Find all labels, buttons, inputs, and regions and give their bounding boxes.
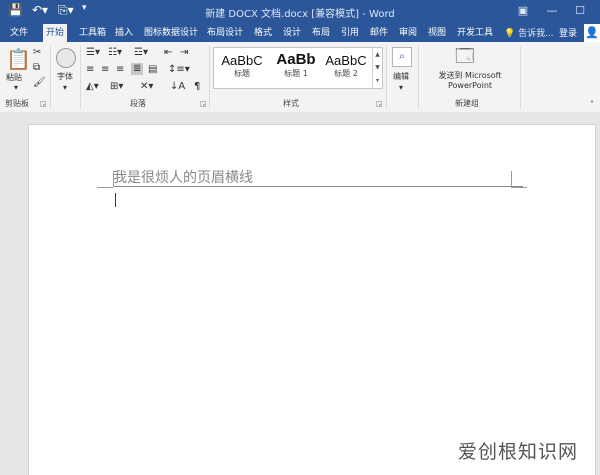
ribbon-display-options-icon[interactable]: ▣ — [511, 2, 535, 20]
minimize-icon[interactable]: — — [540, 2, 564, 20]
tab-chart-design[interactable]: 图标数据设计 — [141, 26, 201, 40]
sort-icon[interactable]: ↓A — [170, 81, 185, 93]
document-workspace: 我是很烦人的页眉横线 爱创根知识网 — [0, 112, 600, 475]
clipboard-launcher-icon[interactable]: ◲ — [40, 100, 47, 108]
align-left-icon[interactable]: ≡ — [86, 64, 94, 76]
style-heading-1[interactable]: AaBb 标题 1 — [270, 50, 322, 86]
paragraph-launcher-icon[interactable]: ◲ — [200, 100, 207, 108]
tab-format[interactable]: 格式 — [251, 26, 275, 40]
tab-developer[interactable]: 开发工具 — [454, 26, 496, 40]
format-painter-icon[interactable]: 🖌 — [33, 77, 46, 89]
title-bar: 💾 ↶▾ ⎘▾ ▾ 新建 DOCX 文档.docx [兼容模式] - Word … — [0, 0, 600, 24]
bullets-icon[interactable]: ☰▾ — [86, 47, 100, 59]
group-divider — [520, 46, 521, 108]
tab-home[interactable]: 开始 — [43, 24, 68, 42]
style-name: 标题 — [234, 69, 250, 78]
editing-dropdown-icon[interactable]: ▾ — [399, 83, 403, 92]
group-divider — [50, 46, 51, 108]
increase-indent-icon[interactable]: ⇥ — [180, 47, 188, 59]
paste-dropdown-icon[interactable]: ▾ — [14, 83, 18, 92]
editing-button-label[interactable]: 编辑 — [393, 71, 409, 82]
styles-gallery: AaBbC 标题 AaBb 标题 1 AaBbC 标题 2 ▲ ▼ ▾ — [213, 47, 383, 89]
numbering-icon[interactable]: ☷▾ — [108, 47, 122, 59]
search-icon[interactable]: ⌕ — [392, 47, 412, 67]
styles-launcher-icon[interactable]: ◲ — [376, 100, 383, 108]
style-sample: AaBb — [276, 51, 316, 68]
tab-toolbox[interactable]: 工具箱 — [76, 26, 109, 40]
cut-icon[interactable]: ✂ — [33, 47, 41, 59]
styles-group-label: 样式 — [283, 99, 299, 108]
watermark: 爱创根知识网 — [457, 441, 578, 463]
collapse-ribbon-icon[interactable]: ˄ — [590, 100, 594, 109]
tab-mailings[interactable]: 邮件 — [367, 26, 391, 40]
crop-mark — [113, 171, 114, 187]
tab-view[interactable]: 视图 — [425, 26, 449, 40]
align-right-icon[interactable]: ≡ — [116, 64, 124, 76]
justify-icon[interactable]: ≣ — [131, 63, 144, 75]
tab-insert[interactable]: 插入 — [112, 26, 136, 40]
crop-mark — [97, 187, 113, 188]
shading-icon[interactable]: ◭▾ — [86, 81, 99, 93]
decrease-indent-icon[interactable]: ⇤ — [164, 47, 172, 59]
style-name: 标题 2 — [334, 69, 358, 78]
align-center-icon[interactable]: ≡ — [101, 64, 109, 76]
style-title[interactable]: AaBbC 标题 — [216, 50, 268, 86]
ribbon: 📋 粘贴 ▾ ✂ ⧉ 🖌 剪贴板 ◲ 字体 ▾ ☰▾ ☷▾ ☲▾ ⇤ ⇥ ≡ ≡… — [0, 42, 600, 113]
line-spacing-icon[interactable]: ↕≡▾ — [168, 64, 190, 76]
sign-in-link[interactable]: 登录 — [559, 26, 577, 39]
group-divider — [209, 46, 210, 108]
crop-mark — [511, 187, 527, 188]
tab-references[interactable]: 引用 — [338, 26, 362, 40]
scroll-down-icon[interactable]: ▼ — [373, 61, 382, 74]
distributed-icon[interactable]: ▤ — [148, 64, 157, 76]
send-to-powerpoint-icon[interactable]: 🗔 — [455, 46, 475, 68]
style-name: 标题 1 — [284, 69, 308, 78]
more-styles-icon[interactable]: ▾ — [373, 74, 382, 87]
tab-layout[interactable]: 布局 — [309, 26, 333, 40]
paste-icon[interactable]: 📋 — [6, 48, 31, 70]
page-header-text[interactable]: 我是很烦人的页眉横线 — [113, 167, 253, 187]
tab-file[interactable]: 文件 — [7, 26, 31, 40]
chinese-layout-icon[interactable]: ✕▾ — [140, 81, 153, 93]
multilevel-list-icon[interactable]: ☲▾ — [134, 47, 148, 59]
send-to-powerpoint-button[interactable]: 发送到 Microsoft PowerPoint — [424, 71, 516, 91]
share-icon[interactable]: 👤 — [584, 24, 600, 42]
style-sample: AaBbC — [221, 53, 263, 68]
group-divider — [386, 46, 387, 108]
ribbon-tabs: 文件 开始 工具箱 插入 图标数据设计 布局设计 格式 设计 布局 引用 邮件 … — [0, 24, 600, 42]
tab-layout-design[interactable]: 布局设计 — [204, 26, 246, 40]
copy-icon[interactable]: ⧉ — [33, 62, 40, 74]
scroll-up-icon[interactable]: ▲ — [373, 48, 382, 61]
crop-mark — [511, 171, 512, 187]
header-border-line — [113, 186, 523, 187]
text-cursor — [115, 193, 116, 207]
group-divider — [418, 46, 419, 108]
tell-me-search[interactable]: 💡 告诉我... — [504, 26, 554, 39]
show-marks-icon[interactable]: ¶ — [194, 81, 200, 93]
tab-design[interactable]: 设计 — [280, 26, 304, 40]
window-title: 新建 DOCX 文档.docx [兼容模式] - Word — [205, 9, 395, 20]
style-heading-2[interactable]: AaBbC 标题 2 — [320, 50, 372, 86]
group-divider — [80, 46, 81, 108]
paragraph-group-label: 段落 — [130, 99, 146, 108]
font-button-label[interactable]: 字体 — [57, 71, 73, 82]
clipboard-group-label: 剪贴板 — [5, 99, 29, 108]
tab-review[interactable]: 审阅 — [396, 26, 420, 40]
styles-scroll[interactable]: ▲ ▼ ▾ — [372, 48, 382, 88]
borders-icon[interactable]: ⊞▾ — [110, 81, 123, 93]
font-dropdown-icon[interactable]: ▾ — [63, 83, 67, 92]
document-page[interactable]: 我是很烦人的页眉横线 — [28, 124, 596, 475]
tell-me-label: 告诉我... — [518, 29, 554, 39]
font-icon[interactable] — [56, 48, 76, 68]
maximize-icon[interactable]: ☐ — [568, 2, 592, 20]
new-group-label: 新建组 — [455, 99, 479, 108]
style-sample: AaBbC — [325, 53, 367, 68]
paste-button-label[interactable]: 粘贴 — [6, 72, 22, 83]
